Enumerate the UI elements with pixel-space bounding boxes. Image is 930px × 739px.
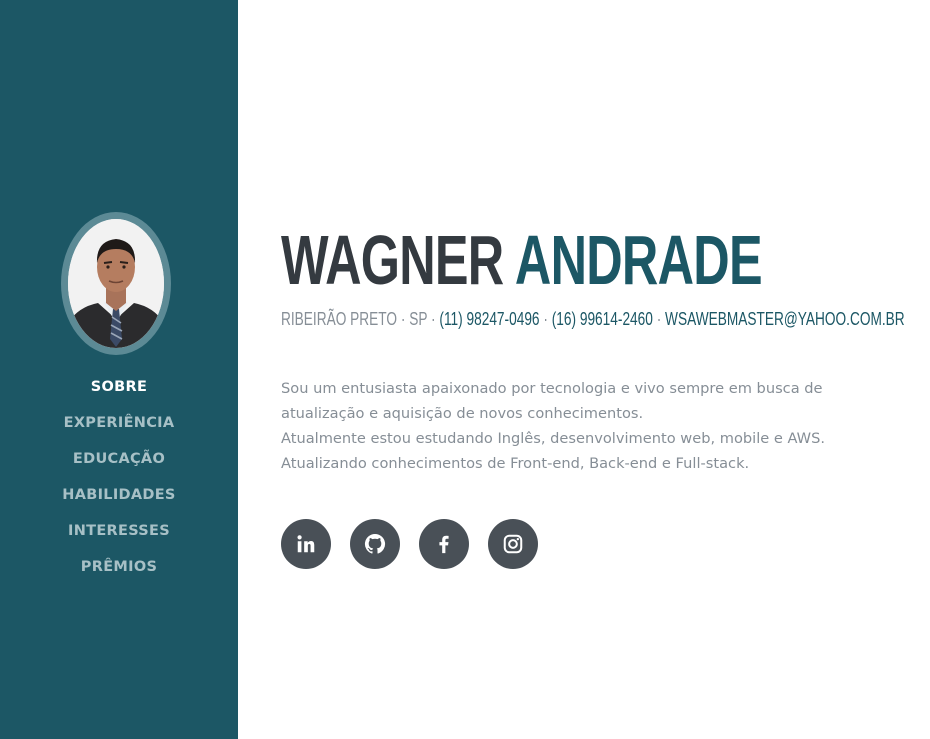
location-text: RIBEIRÃO PRETO · SP · [281,309,436,329]
separator: · [656,309,662,329]
sidebar-item-label[interactable]: SOBRE [91,379,147,395]
sidebar: SOBRE EXPERIÊNCIA EDUCAÇÃO HABILIDADES INTER… [0,0,238,739]
sidebar-item-interesses[interactable]: INTERESSES [0,520,238,556]
bio: Sou um entusiasta apaixonado por tecnolo… [281,376,881,476]
sidebar-item-label[interactable]: EXPERIÊNCIA [64,415,175,431]
linkedin-icon [297,535,315,553]
contact-line: RIBEIRÃO PRETO · SP · (11) 98247-0496 · … [281,307,905,331]
profile-photo [68,219,164,348]
sidebar-nav: SOBRE EXPERIÊNCIA EDUCAÇÃO HABILIDADES INTER… [0,376,238,592]
instagram-button[interactable] [488,519,538,569]
sidebar-item-sobre[interactable]: SOBRE [0,376,238,412]
facebook-button[interactable] [419,519,469,569]
bio-line: atualização e aquisição de novos conheci… [281,405,644,422]
bio-line: Atualizando conhecimentos de Front-end, … [281,455,750,472]
phone-2-link[interactable]: (16) 99614-2460 [552,309,653,329]
sidebar-item-label[interactable]: PRÊMIOS [81,559,157,575]
email-link[interactable]: WSAWEBMASTER@YAHOO.COM.BR [665,309,905,329]
sidebar-item-label[interactable]: INTERESSES [68,523,170,539]
linkedin-button[interactable] [281,519,331,569]
separator: · [543,309,548,329]
bio-line: Atualmente estou estudando Inglês, desen… [281,430,826,447]
github-button[interactable] [350,519,400,569]
sidebar-item-educação[interactable]: EDUCAÇÃO [0,448,238,484]
phone-1-link[interactable]: (11) 98247-0496 [439,309,539,329]
profile-photo-frame [61,212,171,355]
facebook-icon [439,535,449,554]
page-title: WAGNER ANDRADE [281,218,763,302]
social-icons [281,519,538,569]
sidebar-item-experiência[interactable]: EXPERIÊNCIA [0,412,238,448]
first-name: WAGNER [281,221,504,299]
bio-line: Sou um entusiasta apaixonado por tecnolo… [281,380,823,397]
instagram-icon [503,534,523,554]
sidebar-item-label[interactable]: EDUCAÇÃO [73,451,165,467]
sidebar-item-prêmios[interactable]: PRÊMIOS [0,556,238,592]
last-name: ANDRADE [514,221,763,299]
sidebar-item-habilidades[interactable]: HABILIDADES [0,484,238,520]
sidebar-item-label[interactable]: HABILIDADES [62,487,175,503]
github-icon [364,533,386,554]
